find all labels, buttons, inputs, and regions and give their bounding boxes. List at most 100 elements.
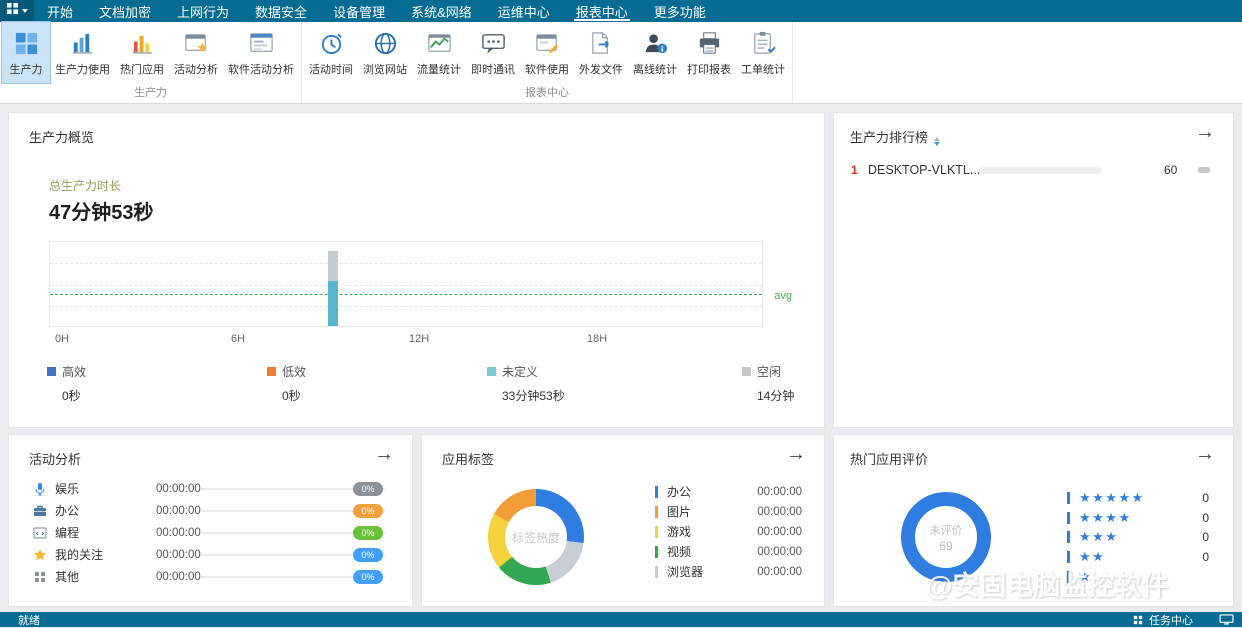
list-item: ★★★ 0 — [834, 529, 1233, 545]
legend-swatch — [655, 546, 658, 558]
forward-arrow-icon[interactable]: → — [1195, 121, 1215, 144]
menu-item-web-behavior[interactable]: 上网行为 — [164, 0, 242, 22]
activity-time: 00:00:00 — [156, 527, 201, 539]
chevron-down-icon — [22, 9, 28, 13]
rating-count: 0 — [1202, 550, 1209, 564]
software-pencil-icon — [534, 29, 561, 57]
tag-time: 00:00:00 — [757, 546, 802, 558]
ribbon-button-browse-websites[interactable]: 浏览网站 — [358, 22, 412, 83]
forward-arrow-icon[interactable]: → — [1195, 443, 1215, 466]
legend-swatch — [487, 367, 496, 376]
list-item[interactable]: 娱乐 00:00:00 0% — [9, 479, 412, 499]
globe-icon — [372, 29, 399, 57]
ribbon-button-productivity-usage[interactable]: 生产力使用 — [50, 22, 115, 83]
ribbon-group-label: 生产力 — [134, 87, 167, 99]
software-activity-window-icon — [248, 29, 275, 57]
menu-item-doc-encryption[interactable]: 文档加密 — [86, 0, 164, 22]
ribbon-button-instant-messaging[interactable]: 即时通讯 — [466, 22, 520, 83]
list-item[interactable]: 编程 00:00:00 0% — [9, 523, 412, 543]
legend-swatch — [655, 506, 658, 518]
tag-label: 图片 — [667, 505, 692, 519]
ribbon-button-label: 工单统计 — [741, 64, 785, 76]
activity-percent-badge: 0% — [353, 526, 383, 540]
ribbon-button-offline-stats[interactable]: 离线统计 — [628, 22, 682, 83]
ribbon-button-label: 浏览网站 — [363, 64, 407, 76]
forward-arrow-icon[interactable]: → — [374, 443, 394, 466]
gridline — [50, 306, 762, 307]
menu-item-start[interactable]: 开始 — [34, 0, 86, 22]
window-grid-icon — [6, 2, 19, 20]
sort-icon[interactable] — [934, 137, 941, 146]
legend-item-efficient: 高效 0秒 — [47, 363, 86, 404]
task-grid-icon — [1133, 615, 1143, 625]
app-menu-button[interactable] — [0, 0, 34, 22]
ribbon-button-work-order-stats[interactable]: 工单统计 — [736, 22, 790, 83]
status-ready-label: 就绪 — [18, 614, 40, 627]
legend-value: 14分钟 — [757, 389, 795, 403]
productivity-grid-icon — [13, 29, 40, 57]
menu-bar: 开始 文档加密 上网行为 数据安全 设备管理 系统&网络 运维中心 报表中心 更… — [0, 0, 1242, 22]
ribbon-button-software-usage[interactable]: 软件使用 — [520, 22, 574, 83]
task-center-button[interactable]: 任务中心 — [1149, 612, 1193, 628]
list-item: 游戏 00:00:00 — [422, 524, 824, 540]
hot-apps-chart-icon — [129, 29, 156, 57]
status-bar: 就绪 任务中心 — [0, 612, 1242, 627]
ribbon-button-productivity[interactable]: 生产力 — [1, 21, 51, 84]
legend-value: 33分钟53秒 — [502, 389, 565, 403]
menu-item-ops-center[interactable]: 运维中心 — [485, 0, 563, 22]
card-title-text: 生产力排行榜 — [850, 130, 929, 145]
activity-percent-badge: 0% — [353, 504, 383, 518]
legend-swatch — [742, 367, 751, 376]
ranking-row[interactable]: 1 DESKTOP-VLKTL... 60 — [834, 159, 1233, 181]
menu-item-system-network[interactable]: 系统&网络 — [398, 0, 485, 22]
ribbon-button-hot-apps[interactable]: 热门应用 — [115, 22, 169, 83]
ribbon-button-activity-analysis[interactable]: 活动分析 — [169, 22, 223, 83]
clock-icon — [318, 29, 345, 57]
legend-swatch — [47, 367, 56, 376]
ribbon-group-report-center: 活动时间 浏览网站 流量统计 即时通讯 软件使用 外发文件 离线统计 打印报表 … — [302, 22, 793, 103]
activity-percent-badge: 0% — [353, 570, 383, 584]
list-item: ★★ 0 — [834, 549, 1233, 565]
outgoing-file-icon — [588, 29, 615, 57]
activity-category-label: 其他 — [55, 570, 80, 584]
rating-count: 0 — [1202, 511, 1209, 525]
ribbon-button-label: 软件使用 — [525, 64, 569, 76]
rank-number: 1 — [851, 163, 858, 177]
legend-swatch — [655, 566, 658, 578]
legend-value: 0秒 — [282, 389, 301, 403]
ribbon-button-software-activity-analysis[interactable]: 软件活动分析 — [223, 22, 299, 83]
bar-segment-idle — [328, 251, 338, 281]
card-title: 活动分析 — [29, 452, 82, 467]
productivity-timeline-chart: avg — [49, 241, 792, 327]
activity-category-label: 编程 — [55, 526, 80, 540]
grid-icon — [33, 570, 47, 584]
menu-item-data-security[interactable]: 数据安全 — [242, 0, 320, 22]
ribbon-button-outgoing-files[interactable]: 外发文件 — [574, 22, 628, 83]
legend-label: 高效 — [62, 365, 87, 379]
list-item[interactable]: 其他 00:00:00 0% — [9, 567, 412, 587]
tag-label: 浏览器 — [667, 565, 704, 579]
activity-star-window-icon — [183, 29, 210, 57]
tag-label: 视频 — [667, 545, 692, 559]
rating-count: 0 — [1202, 530, 1209, 544]
ribbon-button-activity-time[interactable]: 活动时间 — [304, 22, 358, 83]
briefcase-icon — [33, 504, 47, 518]
bar-chart-icon — [69, 29, 96, 57]
list-item[interactable]: 我的关注 00:00:00 0% — [9, 545, 412, 565]
dashboard: 生产力概览 总生产力时长 47分钟53秒 avg 0H 6H 12H 18H 高… — [0, 104, 1242, 612]
monitor-icon[interactable] — [1219, 613, 1234, 626]
menu-item-report-center[interactable]: 报表中心 — [563, 0, 641, 22]
ribbon-button-label: 即时通讯 — [471, 64, 515, 76]
menu-item-device-management[interactable]: 设备管理 — [320, 0, 398, 22]
list-item[interactable]: 办公 00:00:00 0% — [9, 501, 412, 521]
menu-item-more-features[interactable]: 更多功能 — [641, 0, 719, 22]
activity-category-label: 我的关注 — [55, 548, 104, 562]
ribbon-button-traffic-stats[interactable]: 流量统计 — [412, 22, 466, 83]
ribbon-button-label: 软件活动分析 — [228, 64, 294, 76]
ribbon-button-print-report[interactable]: 打印报表 — [682, 22, 736, 83]
x-axis-tick: 6H — [231, 333, 246, 345]
offline-user-icon — [642, 29, 669, 57]
legend-swatch — [1067, 551, 1070, 563]
card-title: 生产力概览 — [29, 130, 95, 145]
forward-arrow-icon[interactable]: → — [786, 443, 806, 466]
